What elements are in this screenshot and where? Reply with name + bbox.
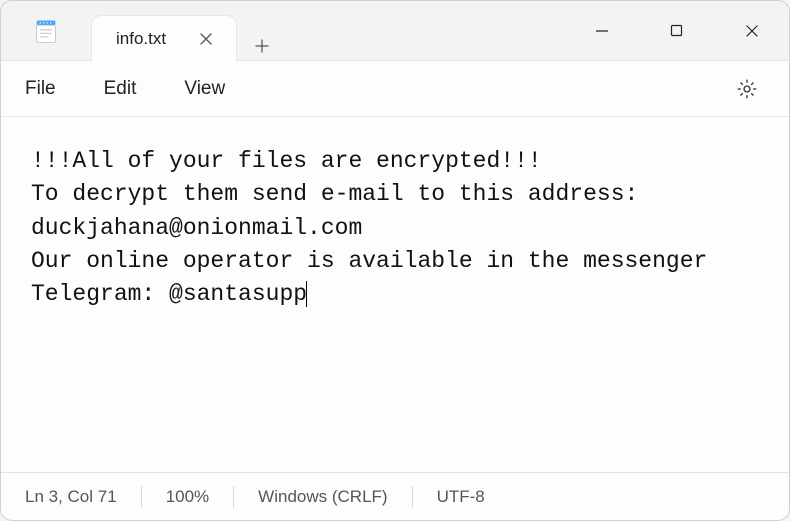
menu-bar: File Edit View bbox=[1, 61, 789, 117]
app-icon-area bbox=[1, 1, 91, 60]
status-bar: Ln 3, Col 71 100% Windows (CRLF) UTF-8 bbox=[1, 472, 789, 520]
maximize-button[interactable] bbox=[639, 1, 714, 61]
editor-text: !!!All of your files are encrypted!!! To… bbox=[31, 148, 721, 307]
settings-button[interactable] bbox=[729, 71, 765, 107]
text-caret bbox=[306, 281, 307, 307]
notepad-icon bbox=[32, 17, 60, 45]
tab-title: info.txt bbox=[116, 29, 166, 49]
menu-file[interactable]: File bbox=[25, 78, 56, 100]
minimize-icon bbox=[595, 24, 609, 38]
menu-edit[interactable]: Edit bbox=[104, 78, 137, 100]
gear-icon bbox=[736, 78, 758, 100]
maximize-icon bbox=[670, 24, 683, 37]
status-encoding: UTF-8 bbox=[413, 484, 509, 510]
tab-close-button[interactable] bbox=[194, 27, 218, 51]
close-icon bbox=[200, 33, 212, 45]
tabs-area: info.txt bbox=[91, 1, 564, 60]
plus-icon bbox=[254, 38, 270, 54]
menu-view[interactable]: View bbox=[184, 78, 225, 100]
status-zoom[interactable]: 100% bbox=[142, 484, 233, 510]
close-window-button[interactable] bbox=[714, 1, 789, 61]
window-controls bbox=[564, 1, 789, 60]
notepad-window: info.txt bbox=[0, 0, 790, 521]
new-tab-button[interactable] bbox=[237, 38, 287, 54]
text-editor[interactable]: !!!All of your files are encrypted!!! To… bbox=[1, 117, 789, 472]
tab-active[interactable]: info.txt bbox=[91, 15, 237, 61]
minimize-button[interactable] bbox=[564, 1, 639, 61]
status-line-ending: Windows (CRLF) bbox=[234, 484, 411, 510]
title-bar: info.txt bbox=[1, 1, 789, 61]
close-icon bbox=[745, 24, 759, 38]
status-position: Ln 3, Col 71 bbox=[25, 484, 141, 510]
